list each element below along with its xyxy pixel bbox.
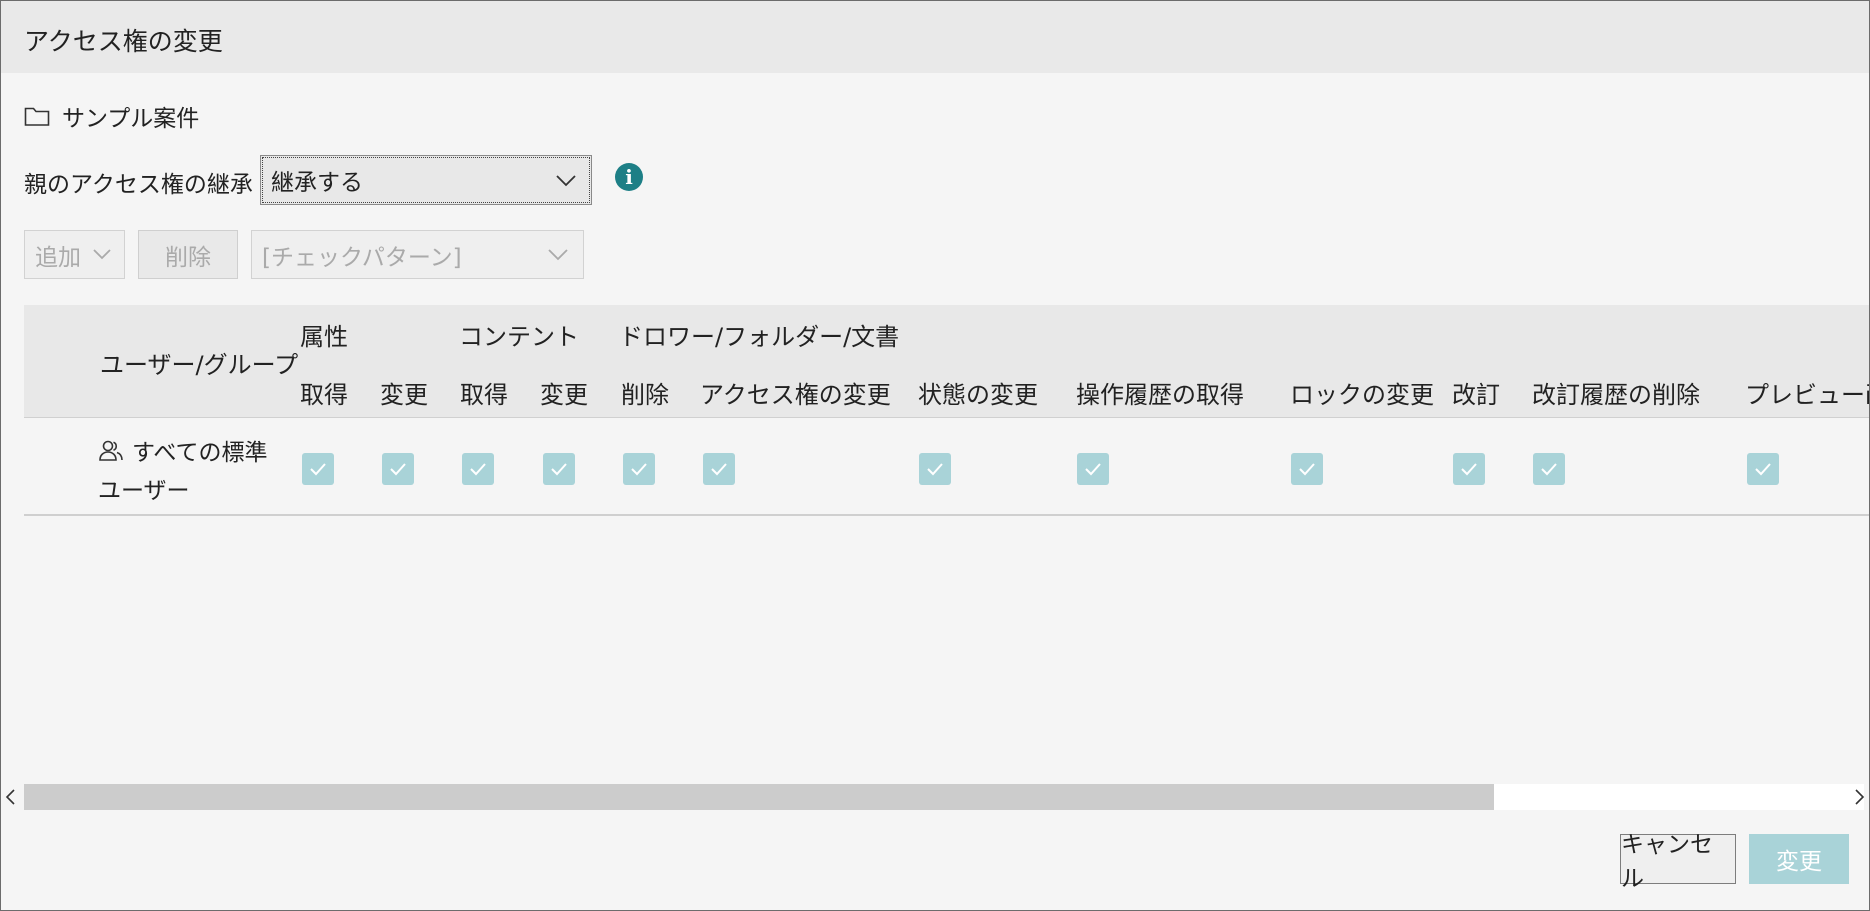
- column-header: プレビュー画: [1745, 381, 1869, 409]
- add-button[interactable]: 追加: [24, 230, 125, 279]
- column-header: 取得: [460, 381, 508, 409]
- check-icon: [310, 463, 326, 476]
- check-icon: [470, 463, 486, 476]
- chevron-down-icon: [93, 249, 111, 260]
- column-header: 改訂: [1452, 381, 1500, 409]
- user-cell: すべての標準 ユーザー: [98, 434, 267, 510]
- delete-button[interactable]: 削除: [138, 230, 238, 279]
- table-row[interactable]: すべての標準 ユーザー: [24, 418, 1869, 516]
- dialog-title: アクセス権の変更: [24, 27, 223, 56]
- inherit-select-value: 継承する: [271, 170, 363, 196]
- permission-checkbox[interactable]: [1291, 453, 1323, 485]
- horizontal-scrollbar[interactable]: [1, 783, 1869, 811]
- permission-checkbox[interactable]: [382, 453, 414, 485]
- column-header: 削除: [621, 381, 669, 409]
- column-header: 変更: [380, 381, 428, 409]
- folder-path: サンプル案件: [24, 101, 200, 132]
- check-icon: [1085, 463, 1101, 476]
- inherit-label: 親のアクセス権の継承: [24, 172, 253, 198]
- check-icon: [711, 463, 727, 476]
- permission-checkbox[interactable]: [462, 453, 494, 485]
- permission-checkbox[interactable]: [623, 453, 655, 485]
- chevron-down-icon: [548, 249, 568, 261]
- check-icon: [551, 463, 567, 476]
- chevron-down-icon: [556, 175, 576, 187]
- permission-checkbox[interactable]: [1747, 453, 1779, 485]
- user-name-line1: すべての標準: [132, 440, 268, 466]
- column-header: 取得: [300, 381, 348, 409]
- access-rights-dialog: アクセス権の変更 サンプル案件 親のアクセス権の継承 継承する i 追加 削除 …: [0, 0, 1870, 911]
- permission-checkbox[interactable]: [919, 453, 951, 485]
- check-icon: [1461, 463, 1477, 476]
- scrollbar-thumb[interactable]: [24, 784, 1494, 810]
- permission-checkbox[interactable]: [1077, 453, 1109, 485]
- check-pattern-select[interactable]: [チェックパターン]: [251, 230, 584, 279]
- scroll-right-icon[interactable]: [1852, 788, 1866, 806]
- apply-button[interactable]: 変更: [1749, 834, 1849, 884]
- scroll-left-icon[interactable]: [4, 788, 18, 806]
- column-header: アクセス権の変更: [700, 381, 891, 409]
- check-icon: [1299, 463, 1315, 476]
- permission-checkbox[interactable]: [543, 453, 575, 485]
- group-header-attributes: 属性: [300, 323, 348, 351]
- permission-checkbox[interactable]: [1453, 453, 1485, 485]
- user-name-line2: ユーザー: [98, 478, 190, 504]
- dialog-titlebar: アクセス権の変更: [1, 1, 1869, 73]
- check-icon: [390, 463, 406, 476]
- check-icon: [631, 463, 647, 476]
- check-pattern-placeholder: [チェックパターン]: [262, 244, 462, 271]
- group-header-drawer-folder-document: ドロワー/フォルダー/文書: [619, 323, 900, 351]
- check-icon: [1755, 463, 1771, 476]
- permission-checkbox[interactable]: [302, 453, 334, 485]
- delete-button-label: 削除: [165, 244, 211, 271]
- permissions-table: ユーザー/グループ 属性 コンテント ドロワー/フォルダー/文書 取得 変更 取…: [24, 305, 1869, 516]
- table-header: ユーザー/グループ 属性 コンテント ドロワー/フォルダー/文書 取得 変更 取…: [24, 305, 1869, 418]
- column-header: 操作履歴の取得: [1076, 381, 1244, 409]
- folder-icon: [24, 107, 50, 126]
- check-icon: [927, 463, 943, 476]
- column-header: 状態の変更: [918, 381, 1038, 409]
- user-column-header: ユーザー/グループ: [100, 351, 299, 379]
- folder-name: サンプル案件: [62, 106, 200, 132]
- inherit-select[interactable]: 継承する: [260, 155, 592, 205]
- users-icon: [99, 440, 123, 461]
- column-header: ロックの変更: [1290, 381, 1434, 409]
- column-header: 変更: [540, 381, 588, 409]
- cancel-button[interactable]: キャンセル: [1620, 832, 1736, 892]
- column-header: 改訂履歴の削除: [1532, 381, 1700, 409]
- check-icon: [1541, 463, 1557, 476]
- add-button-label: 追加: [35, 244, 81, 271]
- permission-checkbox[interactable]: [703, 453, 735, 485]
- group-header-content: コンテント: [459, 323, 579, 351]
- info-icon[interactable]: i: [615, 163, 643, 191]
- permission-checkbox[interactable]: [1533, 453, 1565, 485]
